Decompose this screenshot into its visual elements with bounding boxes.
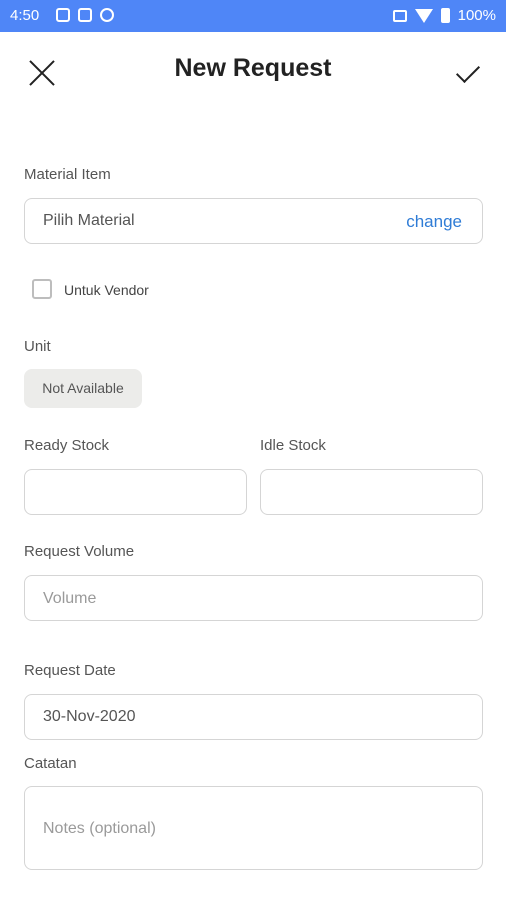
volume-field[interactable]: Volume: [24, 575, 483, 621]
unit-chip: Not Available: [24, 369, 142, 408]
status-right: 100%: [392, 7, 496, 24]
material-value: Pilih Material: [43, 212, 135, 229]
volume-placeholder: Volume: [43, 590, 97, 607]
calendar-icon: [56, 8, 70, 22]
status-bar: 4:50 100%: [0, 0, 506, 32]
check-icon[interactable]: [448, 58, 482, 86]
material-label: Material Item: [24, 166, 111, 183]
wifi-icon: [414, 8, 433, 23]
sim-icon: [78, 8, 92, 22]
vibrate-icon: [392, 9, 407, 22]
battery-percent: 100%: [457, 7, 496, 24]
ready-stock-label: Ready Stock: [24, 437, 110, 454]
ready-stock-field[interactable]: [24, 469, 247, 515]
change-button[interactable]: change: [406, 212, 462, 232]
idle-stock-field[interactable]: [260, 469, 483, 515]
unit-label: Unit: [24, 338, 51, 355]
battery-icon: [440, 8, 450, 23]
notes-label: Catatan: [24, 755, 77, 772]
notes-placeholder: Notes (optional): [43, 820, 156, 837]
data-saver-icon: [100, 8, 114, 22]
volume-label: Request Volume: [24, 543, 135, 560]
notes-field[interactable]: Notes (optional): [24, 786, 483, 870]
request-date-label: Request Date: [24, 662, 116, 679]
vendor-checkbox[interactable]: [32, 279, 52, 299]
material-field[interactable]: Pilih Material change: [24, 198, 483, 244]
status-time: 4:50: [10, 7, 40, 24]
vendor-checkbox-label[interactable]: Untuk Vendor: [64, 282, 149, 298]
page-title: New Request: [174, 54, 332, 82]
idle-stock-label: Idle Stock: [260, 437, 326, 454]
request-date-field[interactable]: 30-Nov-2020: [24, 694, 483, 740]
request-date-value: 30-Nov-2020: [43, 708, 136, 725]
notification-icons: [56, 8, 114, 22]
